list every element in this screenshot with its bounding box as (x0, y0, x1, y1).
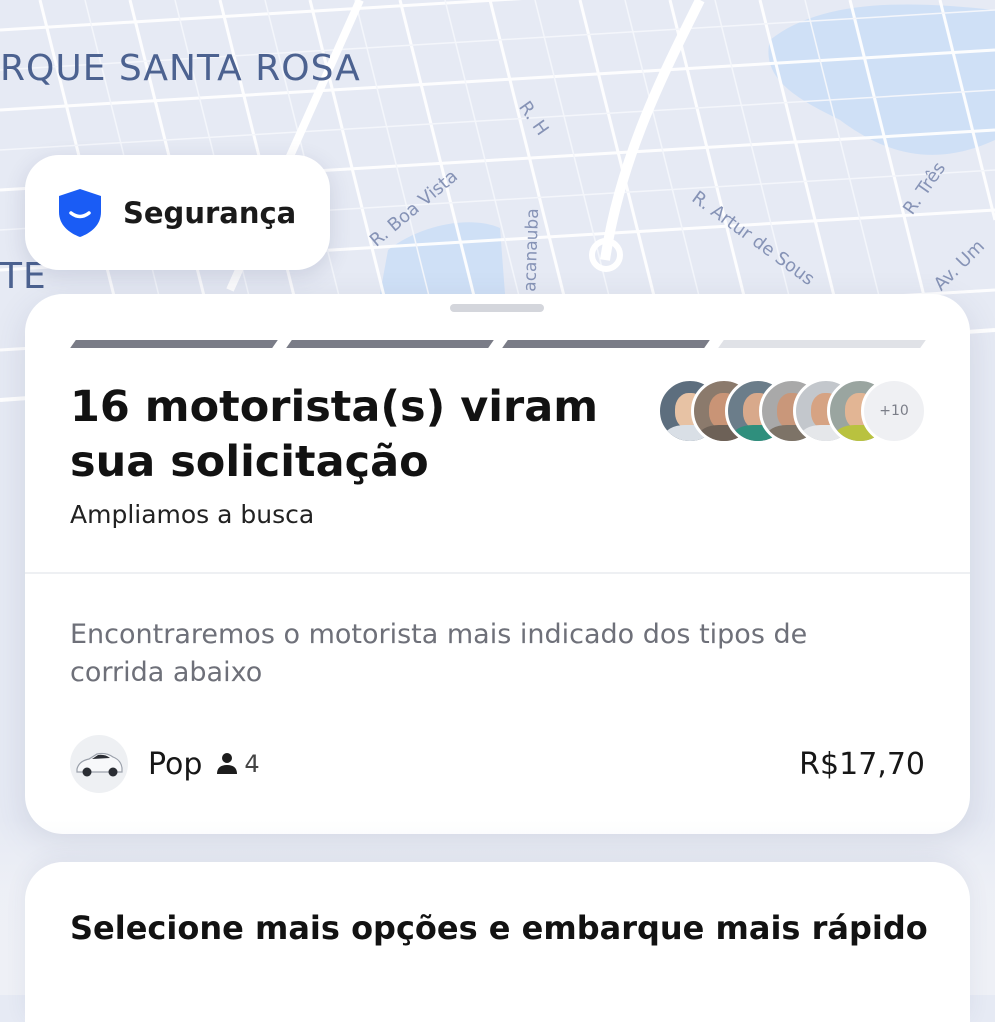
more-options-title: Selecione mais opções e embarque mais rá… (70, 909, 928, 947)
car-icon (70, 735, 128, 793)
progress-segment (70, 340, 278, 348)
driver-avatars: +10 (657, 378, 927, 444)
ride-option-pop[interactable]: Pop 4 R$17,70 (70, 734, 925, 794)
search-subtitle: Ampliamos a busca (70, 500, 315, 529)
drag-handle[interactable] (450, 304, 544, 312)
divider (25, 572, 970, 574)
drivers-seen-title: 16 motorista(s) viram sua solicitação (70, 382, 599, 487)
map-area-label: RQUE SANTA ROSA (0, 48, 361, 89)
person-icon (216, 752, 238, 776)
progress-segment (718, 340, 926, 348)
ride-request-sheet: 16 motorista(s) viram sua solicitação Am… (25, 294, 970, 834)
shield-smile-icon (57, 188, 103, 238)
more-drivers-badge: +10 (861, 378, 927, 444)
seat-count: 4 (244, 750, 260, 778)
info-text: Encontraremos o motorista mais indicado … (70, 619, 808, 688)
more-options-card[interactable]: Selecione mais opções e embarque mais rá… (25, 862, 970, 1022)
safety-button-label: Segurança (123, 195, 297, 230)
safety-button[interactable]: Segurança (25, 155, 330, 270)
ride-price: R$17,70 (799, 746, 925, 782)
progress-segment (286, 340, 494, 348)
search-progress-bar (70, 340, 926, 348)
ride-name: Pop (148, 746, 203, 782)
street-label: acanauba (520, 207, 544, 293)
progress-segment (502, 340, 710, 348)
